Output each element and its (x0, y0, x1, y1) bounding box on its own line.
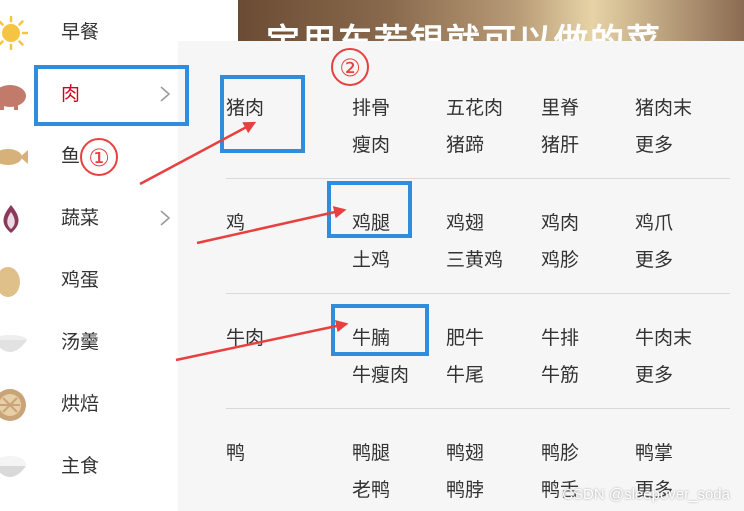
submenu-item[interactable]: 五花肉 (446, 93, 503, 120)
sidebar-item-baking[interactable]: 烘焙 (0, 374, 182, 436)
sidebar-item-label: 烘焙 (61, 393, 100, 415)
highlight-box-brisket (331, 304, 429, 356)
chevron-right-icon (160, 210, 171, 226)
submenu-item[interactable]: 牛尾 (446, 360, 484, 387)
hero-banner: 宝用车若银就可以做的菜 (238, 0, 744, 44)
submenu-item[interactable]: 牛肉末 (635, 323, 692, 350)
submenu-item[interactable]: 猪肉末 (635, 93, 692, 120)
submenu-item[interactable]: 土鸡 (352, 245, 390, 272)
submenu-item[interactable]: 鸡肉 (541, 208, 579, 235)
submenu-item[interactable]: 鸭胗 (541, 438, 579, 465)
more-link[interactable]: 更多 (635, 245, 673, 272)
submenu-item[interactable]: 瘦肉 (352, 130, 390, 157)
egg-icon (0, 267, 20, 297)
sidebar-item-breakfast[interactable]: 早餐 (0, 2, 182, 64)
annotation-badge-2: ② (331, 48, 369, 86)
section-divider (226, 293, 730, 294)
submenu-item[interactable]: 老鸭 (352, 475, 390, 502)
pie-icon (0, 389, 26, 421)
section-divider (226, 408, 730, 409)
more-link[interactable]: 更多 (635, 130, 673, 157)
highlight-box-pork (220, 75, 305, 153)
onion-icon (3, 205, 19, 233)
section-label-chicken[interactable]: 鸡 (226, 208, 245, 235)
submenu-item[interactable]: 鸡翅 (446, 208, 484, 235)
submenu-item[interactable]: 鸭腿 (352, 438, 390, 465)
sidebar-item-label: 鱼 (61, 145, 81, 167)
sidebar-item-label: 蔬菜 (61, 207, 100, 229)
section-label-duck[interactable]: 鸭 (226, 438, 245, 465)
submenu-item[interactable]: 牛瘦肉 (352, 360, 409, 387)
submenu-item[interactable]: 肥牛 (446, 323, 484, 350)
submenu-item[interactable]: 猪蹄 (446, 130, 484, 157)
watermark: CSDN @sleepover_soda (562, 486, 730, 503)
submenu-item[interactable]: 鸭掌 (635, 438, 673, 465)
highlight-box-meat (34, 65, 189, 126)
sidebar-item-label: 主食 (61, 455, 100, 477)
submenu-item[interactable]: 排骨 (352, 93, 390, 120)
banner-title: 宝用车若银就可以做的菜 (266, 22, 662, 44)
highlight-box-drumstick (327, 181, 412, 238)
sidebar-item-label: 早餐 (61, 21, 100, 43)
submenu-item[interactable]: 猪肝 (541, 130, 579, 157)
sidebar-item-staple[interactable]: 主食 (0, 436, 182, 498)
sidebar-item-egg[interactable]: 鸡蛋 (0, 250, 182, 312)
sidebar-item-label: 鸡蛋 (61, 269, 100, 291)
section-label-beef[interactable]: 牛肉 (226, 323, 264, 350)
submenu-item[interactable]: 三黄鸡 (446, 245, 503, 272)
submenu-item[interactable]: 牛筋 (541, 360, 579, 387)
submenu-item[interactable]: 里脊 (541, 93, 579, 120)
soup-bowl-icon (0, 335, 27, 352)
submenu-item[interactable]: 鸡胗 (541, 245, 579, 272)
submenu-item[interactable]: 牛排 (541, 323, 579, 350)
submenu-item[interactable]: 鸡爪 (635, 208, 673, 235)
annotation-badge-1: ① (80, 138, 118, 176)
sun-icon (0, 16, 28, 50)
submenu-item[interactable]: 鸭脖 (446, 475, 484, 502)
pig-icon (0, 85, 26, 110)
section-divider (226, 178, 730, 179)
submenu-item[interactable]: 鸭翅 (446, 438, 484, 465)
sidebar-item-soup[interactable]: 汤羹 (0, 312, 182, 374)
more-link[interactable]: 更多 (635, 360, 673, 387)
rice-bowl-icon (0, 456, 26, 477)
sidebar-item-label: 汤羹 (61, 331, 100, 353)
fish-icon (0, 149, 28, 165)
sidebar-item-vegetable[interactable]: 蔬菜 (0, 188, 182, 250)
